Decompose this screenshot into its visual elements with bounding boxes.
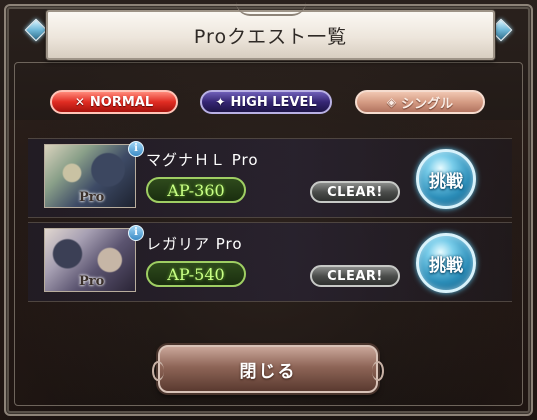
tab-normal[interactable]: ✕ NORMAL: [50, 90, 178, 114]
tab-high-level[interactable]: ✦ HIGH LEVEL: [200, 90, 332, 114]
quest-row: Pro i レガリア Pro AP-540 CLEAR! 挑戦: [28, 222, 512, 302]
title-bar: Proクエスト一覧: [46, 10, 495, 60]
corner-gem-icon: [24, 18, 48, 42]
quest-thumbnail[interactable]: Pro: [44, 228, 136, 292]
clear-status-badge: CLEAR!: [310, 265, 400, 287]
ap-cost-badge: AP-360: [146, 177, 246, 203]
button-ornament-right: [372, 361, 384, 381]
challenge-button[interactable]: 挑戦: [416, 149, 476, 209]
quest-name: マグナＨＬ Pro: [146, 151, 259, 169]
tab-single[interactable]: ◈ シングル: [355, 90, 485, 114]
title-ornament: [235, 2, 306, 16]
single-player-icon: ◈: [386, 95, 397, 109]
tab-high-level-label: HIGH LEVEL: [230, 94, 317, 110]
dragon-icon: ✦: [215, 95, 226, 109]
challenge-button[interactable]: 挑戦: [416, 233, 476, 293]
tab-normal-label: NORMAL: [89, 94, 154, 110]
close-button[interactable]: 閉じる: [152, 345, 384, 393]
info-icon[interactable]: i: [128, 225, 144, 241]
crossed-swords-icon: ✕: [74, 95, 85, 109]
quest-thumbnail[interactable]: Pro: [44, 144, 136, 208]
info-icon[interactable]: i: [128, 141, 144, 157]
quest-row: Pro i マグナＨＬ Pro AP-360 CLEAR! 挑戦: [28, 138, 512, 218]
quest-name: レガリア Pro: [146, 235, 243, 253]
quest-list-dialog: Proクエスト一覧 ✕ NORMAL ✦ HIGH LEVEL ◈ シングル P…: [0, 0, 537, 420]
thumbnail-pro-label: Pro: [79, 190, 105, 205]
close-button-label: 閉じる: [239, 361, 297, 382]
clear-status-badge: CLEAR!: [310, 181, 400, 203]
page-title: Proクエスト一覧: [193, 25, 348, 48]
ap-cost-badge: AP-540: [146, 261, 246, 287]
thumbnail-pro-label: Pro: [79, 274, 105, 289]
tab-single-label: シングル: [401, 96, 454, 112]
button-ornament-left: [152, 361, 164, 381]
